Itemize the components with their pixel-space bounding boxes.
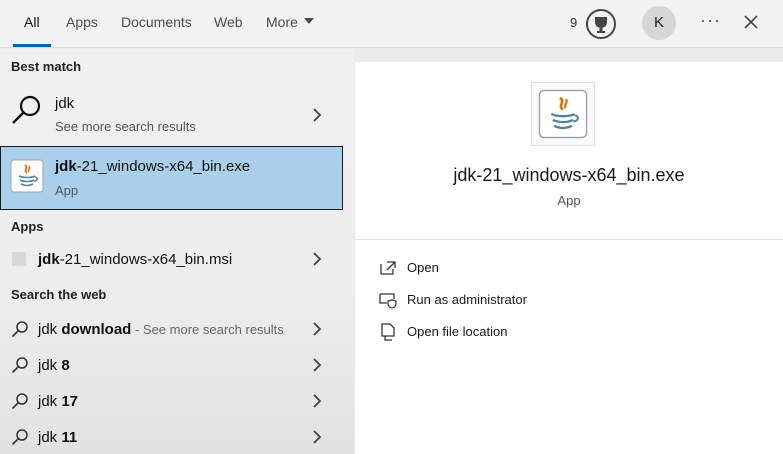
- chevron-right-icon: [313, 252, 322, 266]
- search-icon: [11, 429, 28, 446]
- app-result-match: jdk: [38, 251, 60, 268]
- web-result-row[interactable]: jdk 11: [0, 422, 343, 452]
- chevron-down-icon: [303, 18, 314, 25]
- file-location-icon: [381, 323, 395, 341]
- app-result-name: jdk-21_windows-x64_bin.msi: [38, 251, 232, 268]
- section-best-match: Best match: [11, 59, 82, 74]
- web-result-main: jdk: [38, 357, 62, 374]
- section-apps: Apps: [11, 219, 44, 234]
- query-text: jdk: [55, 95, 75, 112]
- detail-app-icon: [531, 82, 595, 146]
- app-name-rest: -21_windows-x64_bin.exe: [76, 158, 251, 175]
- web-result-main: jdk: [38, 393, 62, 410]
- more-options-icon[interactable]: ···: [700, 10, 721, 31]
- action-open-file-location-label: Open file location: [407, 324, 508, 339]
- web-result-bold: download: [61, 321, 132, 338]
- tab-web[interactable]: Web: [214, 14, 243, 30]
- rewards-points: 9: [570, 15, 578, 30]
- web-result-bold: 8: [61, 357, 70, 374]
- java-app-icon: [538, 89, 588, 139]
- best-match-query-row[interactable]: jdk See more search results: [0, 85, 343, 137]
- search-icon: [12, 95, 41, 124]
- web-result-sub: - See more search results: [131, 322, 284, 337]
- result-details-panel: jdk-21_windows-x64_bin.exe App Open Run …: [355, 62, 783, 454]
- results-list: Best match jdk See more search results j…: [0, 49, 354, 454]
- section-search-web: Search the web: [11, 287, 107, 302]
- web-result-row[interactable]: jdk 8: [0, 350, 343, 380]
- shield-icon: [379, 293, 397, 309]
- app-name: jdk-21_windows-x64_bin.exe: [55, 158, 250, 175]
- tab-more-label: More: [266, 14, 298, 30]
- app-name-match: jdk: [55, 158, 77, 175]
- chevron-right-icon: [313, 394, 322, 408]
- detail-title: jdk-21_windows-x64_bin.exe: [453, 165, 685, 185]
- search-scope-tabs: All Apps Documents Web More 9 K ···: [0, 0, 783, 48]
- avatar[interactable]: K: [642, 6, 676, 40]
- action-open-label: Open: [407, 260, 439, 275]
- chevron-right-icon: [313, 430, 322, 444]
- best-match-app-row[interactable]: jdk-21_windows-x64_bin.exe App: [0, 146, 343, 210]
- active-tab-indicator: [13, 44, 51, 47]
- installer-file-icon: [12, 252, 26, 266]
- tab-apps[interactable]: Apps: [66, 14, 98, 30]
- action-run-as-admin-label: Run as administrator: [407, 292, 527, 307]
- tab-more[interactable]: More: [266, 14, 314, 30]
- close-icon[interactable]: [741, 12, 761, 32]
- web-result-row[interactable]: jdk 17: [0, 386, 343, 416]
- chevron-right-icon: [313, 358, 322, 372]
- divider: [355, 239, 783, 240]
- java-app-icon: [10, 159, 44, 193]
- web-result-row[interactable]: jdk download - See more search results: [0, 314, 343, 344]
- chevron-right-icon: [313, 322, 322, 336]
- search-icon: [11, 321, 28, 338]
- rewards-trophy-icon[interactable]: [585, 8, 617, 40]
- web-result-bold: 11: [61, 429, 78, 446]
- search-icon: [11, 357, 28, 374]
- tab-documents[interactable]: Documents: [121, 14, 192, 30]
- web-result-main: jdk: [38, 321, 62, 338]
- detail-type: App: [557, 193, 581, 208]
- web-result-text: jdk 8: [38, 357, 70, 374]
- query-subtext: See more search results: [55, 119, 196, 134]
- web-result-bold: 17: [61, 393, 79, 410]
- app-type: App: [55, 183, 79, 198]
- app-result-row[interactable]: jdk-21_windows-x64_bin.msi: [0, 244, 343, 274]
- web-result-text: jdk download - See more search results: [38, 321, 284, 338]
- web-result-main: jdk: [38, 429, 62, 446]
- web-result-text: jdk 17: [38, 393, 78, 410]
- tab-all[interactable]: All: [24, 14, 40, 30]
- search-icon: [11, 393, 28, 410]
- app-result-rest: -21_windows-x64_bin.msi: [59, 251, 233, 268]
- chevron-right-icon: [313, 108, 322, 122]
- open-icon: [380, 261, 396, 275]
- web-result-text: jdk 11: [38, 429, 77, 446]
